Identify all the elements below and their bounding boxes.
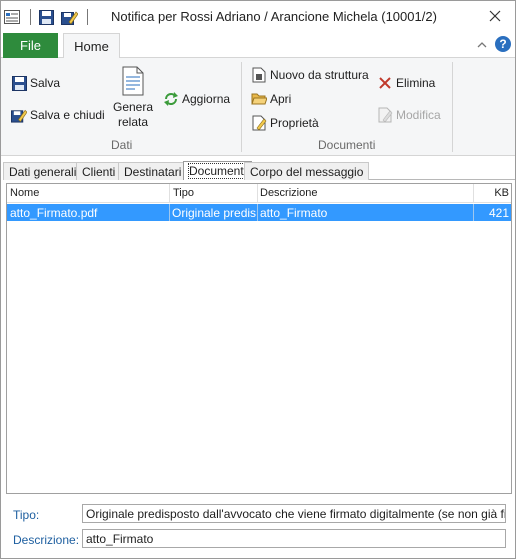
tipo-label: Tipo:: [13, 508, 40, 522]
column-header-descrizione[interactable]: Descrizione: [260, 187, 440, 199]
salva-e-chiudi-label: Salva e chiudi: [30, 108, 105, 122]
save-close-icon: [11, 107, 27, 123]
salva-label: Salva: [30, 76, 61, 90]
documents-grid[interactable]: Nome Tipo Descrizione KB atto_Firmato.pd…: [6, 183, 512, 494]
cell-divider: [473, 204, 474, 221]
cell-descrizione: atto_Firmato: [260, 206, 328, 220]
cell-divider: [169, 204, 170, 221]
tab-dati-generali[interactable]: Dati generali: [3, 162, 83, 180]
column-header-nome[interactable]: Nome: [10, 187, 170, 199]
column-header-tipo[interactable]: Tipo: [173, 187, 257, 199]
column-divider[interactable]: [473, 184, 474, 202]
save-icon: [11, 75, 27, 91]
apri-label: Apri: [270, 92, 292, 106]
group-label-dati: Dati: [111, 138, 133, 152]
cell-nome: atto_Firmato.pdf: [10, 206, 98, 220]
tab-label: Destinatari: [124, 165, 182, 179]
salva-button[interactable]: Salva: [11, 75, 60, 91]
help-icon[interactable]: ?: [495, 36, 511, 52]
salva-e-chiudi-button[interactable]: Salva e chiudi: [11, 107, 105, 123]
genera-label-1: Genera: [112, 100, 154, 114]
collapse-ribbon-icon[interactable]: [475, 38, 489, 52]
properties-icon: [251, 115, 267, 131]
ribbon-panel: Salva Salva e chiudi Genera relata Aggio…: [1, 58, 515, 156]
folder-open-icon: [251, 91, 267, 107]
form-icon[interactable]: [3, 8, 21, 26]
edit-icon: [377, 107, 393, 123]
tab-label: Dati generali: [9, 165, 77, 179]
save-icon[interactable]: [37, 8, 55, 26]
tipo-field[interactable]: Originale predisposto dall'avvocato che …: [82, 504, 506, 523]
group-divider: [241, 62, 242, 152]
group-label-documenti: Documenti: [318, 138, 376, 152]
content-tab-strip: Dati generali Clienti Destinatari Docume…: [3, 161, 515, 180]
genera-relata-button[interactable]: Genera relata: [109, 66, 157, 130]
elimina-button[interactable]: Elimina: [377, 75, 435, 91]
aggiorna-label: Aggiorna: [182, 92, 231, 106]
tab-file[interactable]: File: [3, 33, 58, 58]
tab-label: Clienti: [82, 165, 116, 179]
save-edit-icon[interactable]: [60, 8, 78, 26]
tab-label: Corpo del messaggio: [250, 165, 364, 179]
table-row[interactable]: atto_Firmato.pdf Originale predisposto a…: [7, 204, 511, 221]
tab-label: Documenti: [187, 163, 248, 179]
column-divider[interactable]: [257, 184, 258, 202]
group-divider: [452, 62, 453, 152]
title-bar: Notifica per Rossi Adriano / Arancione M…: [1, 1, 515, 32]
column-header-kb[interactable]: KB: [477, 187, 509, 199]
tab-destinatari[interactable]: Destinatari: [118, 162, 188, 180]
ribbon-tabs: File Home ?: [1, 32, 515, 59]
grid-header: Nome Tipo Descrizione KB: [7, 184, 511, 203]
modifica-label: Modifica: [396, 108, 441, 122]
nuovo-label: Nuovo da struttura: [270, 68, 369, 82]
column-divider[interactable]: [169, 184, 170, 202]
close-icon[interactable]: [485, 6, 505, 26]
proprieta-label: Proprietà: [270, 116, 319, 130]
refresh-icon: [163, 91, 179, 107]
tab-home[interactable]: Home: [63, 33, 120, 59]
app-window: Notifica per Rossi Adriano / Arancione M…: [0, 0, 516, 559]
document-generate-icon: [120, 66, 146, 96]
elimina-label: Elimina: [396, 76, 436, 90]
qat-divider: [30, 9, 31, 25]
quick-access-toolbar: [3, 8, 94, 26]
window-title: Notifica per Rossi Adriano / Arancione M…: [111, 9, 437, 24]
tab-documenti[interactable]: Documenti: [183, 161, 253, 180]
descrizione-label: Descrizione:: [13, 533, 80, 547]
nuovo-da-struttura-button[interactable]: Nuovo da struttura: [251, 67, 369, 83]
delete-icon: [377, 75, 393, 91]
tab-clienti[interactable]: Clienti: [76, 162, 122, 180]
proprieta-button[interactable]: Proprietà: [251, 115, 319, 131]
qat-divider: [87, 9, 88, 25]
modifica-button[interactable]: Modifica: [377, 107, 441, 123]
apri-button[interactable]: Apri: [251, 91, 291, 107]
cell-kb: 421: [488, 206, 509, 220]
new-document-icon: [251, 67, 267, 83]
cell-tipo: Originale predisposto: [172, 206, 256, 220]
descrizione-field[interactable]: atto_Firmato: [82, 529, 506, 548]
tab-corpo-del-messaggio[interactable]: Corpo del messaggio: [244, 162, 370, 180]
genera-label-2: relata: [117, 115, 149, 129]
cell-divider: [257, 204, 258, 221]
aggiorna-button[interactable]: Aggiorna: [163, 91, 230, 107]
